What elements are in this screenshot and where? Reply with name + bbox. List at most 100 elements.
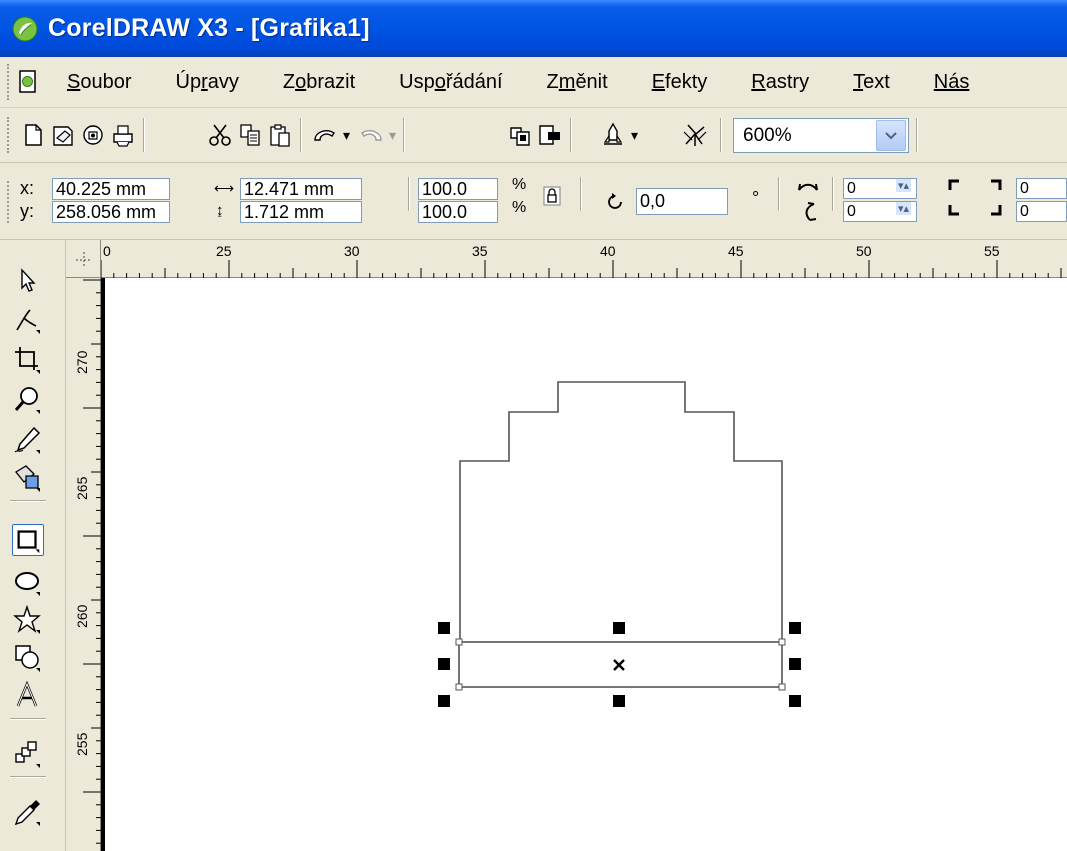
y-position-field[interactable]: 258.056 mm — [52, 201, 170, 223]
text-tool-icon[interactable] — [12, 680, 44, 712]
interactive-blend-tool-icon[interactable] — [12, 738, 44, 770]
save-icon[interactable] — [80, 122, 106, 148]
toolbox — [0, 240, 66, 851]
page-border-left — [101, 278, 105, 851]
toolbox-separator — [10, 718, 46, 720]
menu-upravy[interactable]: Úpravy — [176, 71, 239, 94]
horizontal-ruler[interactable]: 0 25 30 35 40 45 50 55 — [66, 240, 1067, 278]
launcher-dropdown-icon[interactable]: ▾ — [631, 127, 638, 144]
rotate-icon — [608, 193, 622, 209]
ruler-tick-label: 55 — [984, 243, 1000, 259]
drawn-castle-outline — [459, 381, 783, 642]
corner-roundness-bottom-right[interactable]: 0 — [1016, 201, 1067, 222]
menu-text[interactable]: Text — [853, 71, 890, 94]
eyedropper-tool-icon[interactable] — [12, 796, 44, 828]
redo-icon[interactable] — [358, 122, 384, 148]
zoom-tool-icon[interactable] — [12, 384, 44, 416]
menubar-grip[interactable] — [7, 64, 11, 100]
window-title: CorelDRAW X3 - [Grafika1] — [48, 14, 370, 42]
toolbar-separator — [300, 118, 302, 152]
rotation-angle-field[interactable]: 0,0 — [636, 188, 728, 215]
welcome-screen-icon[interactable] — [682, 122, 708, 148]
freehand-tool-icon[interactable] — [12, 424, 44, 456]
rectangle-tool-icon — [17, 530, 40, 554]
ellipse-tool-icon[interactable] — [12, 566, 44, 598]
height-icon: ↨ — [216, 202, 224, 219]
ruler-tick-label: 270 — [74, 350, 90, 374]
toolbox-separator — [10, 776, 46, 778]
title-bar[interactable]: CorelDRAW X3 - [Grafika1] — [0, 0, 1067, 57]
toolbar-grip[interactable] — [7, 117, 11, 153]
property-bar: x: y: 40.225 mm 258.056 mm ⟷ ↨ 12.471 mm… — [0, 163, 1067, 240]
chevron-down-icon — [885, 131, 897, 139]
ruler-tick-label: 30 — [344, 243, 360, 259]
document-menu-icon[interactable] — [19, 70, 37, 94]
toolbar-separator — [720, 118, 722, 152]
lock-ratio-icon[interactable] — [542, 185, 562, 207]
corner-top-right-icon — [991, 179, 1002, 190]
ruler-tick-label: 50 — [856, 243, 872, 259]
import-icon[interactable] — [507, 122, 533, 148]
corner-spinner-icon[interactable]: ▾▴ — [896, 202, 912, 215]
ruler-origin-corner[interactable] — [66, 240, 101, 278]
corner-top-left-icon — [948, 179, 959, 190]
scale-y-field[interactable]: 100.0 — [418, 201, 498, 223]
redo-dropdown-icon[interactable]: ▾ — [389, 127, 396, 144]
ruler-tick-label: 0 — [103, 243, 111, 259]
mirror-vertical-icon[interactable] — [796, 201, 820, 223]
object-height-field[interactable]: 1.712 mm — [240, 201, 362, 223]
shape-tool-icon[interactable] — [12, 304, 44, 336]
degree-symbol: ° — [752, 188, 760, 208]
smart-fill-tool-icon[interactable] — [12, 462, 44, 494]
menu-efekty[interactable]: Efekty — [652, 71, 708, 94]
toolbox-separator — [10, 500, 46, 502]
propbar-separator — [580, 177, 582, 211]
pick-tool-icon[interactable] — [12, 264, 44, 296]
zoom-level-select[interactable]: 600% — [733, 118, 909, 153]
zoom-dropdown-button[interactable] — [876, 120, 906, 151]
undo-dropdown-icon[interactable]: ▾ — [343, 127, 350, 144]
standard-toolbar: ▾ ▾ ▾ 600% — [0, 108, 1067, 163]
open-icon[interactable] — [50, 122, 76, 148]
vertical-ruler[interactable]: 270 265 260 255 — [66, 278, 101, 851]
drawing-svg — [438, 381, 801, 707]
crop-tool-icon[interactable] — [12, 344, 44, 376]
paste-icon[interactable] — [267, 122, 293, 148]
menu-rastry[interactable]: Rastry — [751, 71, 809, 94]
menu-usporadani[interactable]: Uspořádání — [399, 71, 502, 94]
corner-roundness-top-right[interactable]: 0 — [1016, 178, 1067, 199]
corner-spinner-icon[interactable]: ▾▴ — [896, 179, 912, 192]
export-icon[interactable] — [537, 122, 563, 148]
undo-icon[interactable] — [312, 122, 338, 148]
print-icon[interactable] — [110, 122, 136, 148]
coreldraw-app-icon[interactable] — [12, 16, 38, 42]
toolbar-separator — [403, 118, 405, 152]
cut-icon[interactable] — [207, 122, 233, 148]
scale-y-percent: % — [512, 199, 527, 216]
drawing-canvas[interactable] — [101, 278, 1067, 851]
toolbar-separator — [570, 118, 572, 152]
application-launcher-icon[interactable] — [600, 122, 626, 148]
rectangle-tool[interactable] — [12, 524, 44, 556]
menu-zobrazit[interactable]: Zobrazit — [283, 71, 355, 94]
polygon-tool-icon[interactable] — [12, 604, 44, 636]
y-label: y: — [20, 201, 35, 221]
scale-x-field[interactable]: 100.0 — [418, 178, 498, 200]
x-position-field[interactable]: 40.225 mm — [52, 178, 170, 200]
new-icon[interactable] — [20, 122, 46, 148]
ruler-tick-label: 265 — [74, 476, 90, 500]
menu-zmenit[interactable]: Změnit — [547, 71, 608, 94]
width-icon: ⟷ — [214, 180, 235, 196]
ruler-tick-label: 25 — [216, 243, 232, 259]
menu-nastroje[interactable]: Nás — [934, 71, 970, 94]
corner-bottom-right-icon — [991, 205, 1002, 216]
ruler-origin-icon — [76, 252, 92, 268]
mirror-horizontal-icon[interactable] — [796, 177, 820, 197]
propbar-grip[interactable] — [7, 181, 11, 223]
basic-shapes-tool-icon[interactable] — [12, 642, 44, 674]
scale-x-percent: % — [512, 176, 527, 193]
menu-soubor[interactable]: Soubor — [67, 71, 132, 94]
copy-icon[interactable] — [237, 122, 263, 148]
ruler-tick-label: 35 — [472, 243, 488, 259]
object-width-field[interactable]: 12.471 mm — [240, 178, 362, 200]
